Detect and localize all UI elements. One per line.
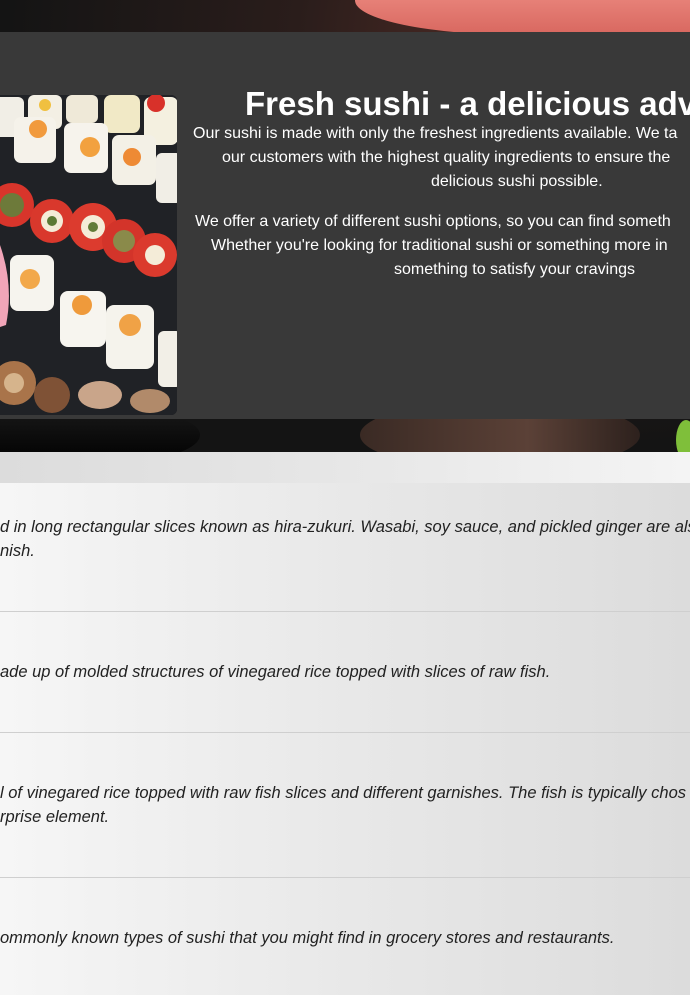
sushi-types-section: d in long rectangular slices known as hi… [0,452,690,995]
intro-card: Fresh sushi - a delicious adve Our sushi… [0,32,690,419]
hero-paragraph-1-line-2: our customers with the highest quality i… [222,149,671,166]
sushi-type-3-description-line-2: rprise element. [0,808,110,826]
sushi-type-1-description-line-2: nish. [0,542,35,560]
hero-paragraph-1-line-1: Our sushi is made with only the freshest… [193,125,678,142]
green-garnish-image [676,420,690,452]
section-header-band [0,452,690,483]
hero-paragraph-2-line-2: Whether you're looking for traditional s… [211,237,668,254]
sushi-type-3-description-line-1: l of vinegared rice topped with raw fish… [0,784,686,802]
hero-paragraph-2-line-3: something to satisfy your cravings [394,261,635,278]
hero-paragraph-1-line-3: delicious sushi possible. [431,173,603,190]
sushi-type-4-description: ommonly known types of sushi that you mi… [0,929,615,947]
divider [0,732,690,733]
divider [0,611,690,612]
salmon-slice-image [355,0,690,35]
sushi-type-2-description: ade up of molded structures of vinegared… [0,663,551,681]
sushi-platter-image [0,95,177,415]
divider [0,877,690,878]
sushi-type-1-description-line-1: d in long rectangular slices known as hi… [0,518,690,536]
hero-paragraph-2-line-1: We offer a variety of different sushi op… [195,213,671,230]
hero-title: Fresh sushi - a delicious adve [245,85,690,122]
